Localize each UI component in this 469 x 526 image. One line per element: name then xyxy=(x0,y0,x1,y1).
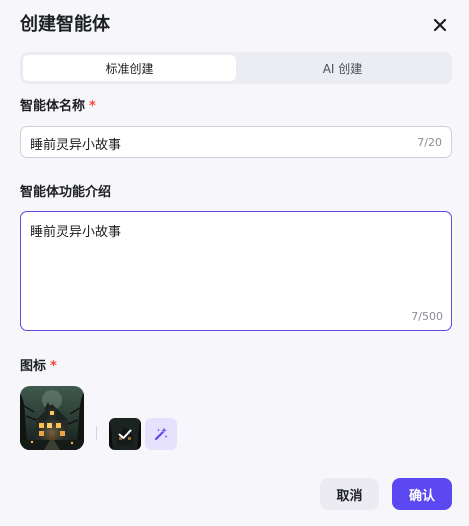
create-agent-dialog: 创建智能体 标准创建 AI 创建 智能体名称 * 睡前灵异小故事 7/20 智能体… xyxy=(0,0,469,526)
agent-name-input[interactable]: 睡前灵异小故事 7/20 xyxy=(20,126,452,158)
icon-divider xyxy=(96,426,97,440)
creation-mode-tabs: 标准创建 AI 创建 xyxy=(20,52,452,84)
ai-generate-icon-button[interactable] xyxy=(145,418,177,450)
sparkle-wand-icon xyxy=(154,427,168,441)
close-button[interactable] xyxy=(428,13,452,37)
close-icon xyxy=(433,18,447,32)
dialog-title: 创建智能体 xyxy=(20,14,110,35)
tab-ai-create[interactable]: AI 创建 xyxy=(236,55,449,81)
haunted-house-avatar xyxy=(20,386,84,450)
agent-description-counter: 7/500 xyxy=(411,310,443,323)
desc-field-label: 智能体功能介绍 xyxy=(20,185,112,200)
haunted-house-thumbnail-selected[interactable] xyxy=(109,418,141,450)
confirm-button[interactable]: 确认 xyxy=(392,478,452,510)
agent-name-counter: 7/20 xyxy=(417,136,442,149)
cancel-button[interactable]: 取消 xyxy=(320,478,379,510)
required-mark: * xyxy=(89,99,96,114)
name-label-text: 智能体名称 xyxy=(20,99,86,114)
agent-name-value: 睡前灵异小故事 xyxy=(30,138,122,153)
icon-required-mark: * xyxy=(50,359,57,374)
name-field-label: 智能体名称 * xyxy=(20,98,96,116)
agent-description-textarea[interactable]: 睡前灵异小故事 7/500 xyxy=(20,211,452,331)
icon-field-label: 图标 * xyxy=(20,358,57,376)
tab-standard-create[interactable]: 标准创建 xyxy=(23,55,236,81)
icon-label-text: 图标 xyxy=(20,359,47,374)
agent-description-value: 睡前灵异小故事 xyxy=(30,225,122,240)
